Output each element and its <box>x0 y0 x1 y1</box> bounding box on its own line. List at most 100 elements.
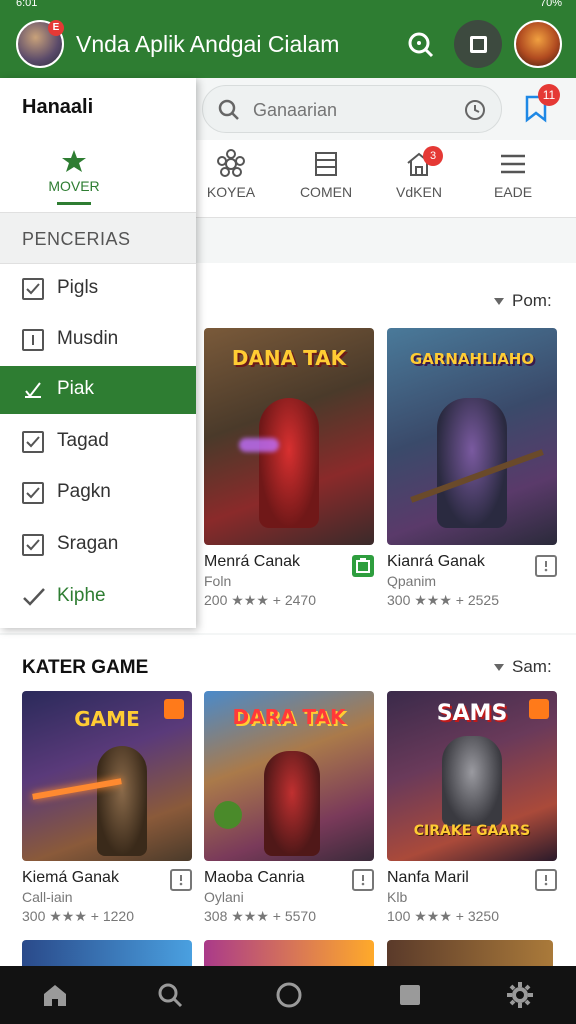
search-bar[interactable] <box>202 85 502 133</box>
tab-label: EADE <box>493 184 533 200</box>
square-icon <box>470 36 487 53</box>
category-drawer: Hanaali MOVER PENCERIAS Pigls Musdin Pia… <box>0 78 196 628</box>
checkbox-checked-icon <box>22 278 44 300</box>
tab-comen[interactable]: COMEN <box>281 148 371 200</box>
game-thumbnail: GARNAHLIAHO <box>387 328 557 545</box>
drawer-item-label: Musdin <box>57 328 119 349</box>
list-box-icon <box>315 152 337 176</box>
search-icon[interactable] <box>404 28 438 62</box>
game-subtitle: Oylani <box>204 889 244 905</box>
sort-label: Pom: <box>512 291 552 310</box>
recents-square-icon[interactable] <box>395 980 425 1010</box>
tab-vdken[interactable]: 3 VdKEN <box>374 146 464 200</box>
search-input[interactable] <box>253 96 453 124</box>
category-header-label: PENCERIAS <box>22 229 131 249</box>
tab-label: VdKEN <box>396 184 442 200</box>
star-icon <box>62 150 86 172</box>
history-icon[interactable] <box>463 98 487 122</box>
avatar-badge: E <box>48 20 64 36</box>
game-thumbnail: DANA TAK <box>204 328 374 545</box>
game-thumbnail-partial[interactable] <box>204 940 374 966</box>
game-name: Menrá Canak <box>204 553 301 570</box>
checkbox-checked-icon <box>22 534 44 556</box>
game-art-title: SAMS <box>436 701 508 726</box>
check-icon <box>23 588 45 606</box>
chevron-down-icon <box>494 664 504 672</box>
game-meta: 300 ★★★ + 2525 <box>387 592 499 608</box>
game-art-title: DARA TAK <box>232 705 346 729</box>
game-subtitle: Call-iain <box>22 889 73 905</box>
game-art-title: GAME <box>74 707 140 731</box>
game-thumbnail: DARA TAK <box>204 691 374 861</box>
drawer-item-pagkn[interactable]: Pagkn <box>0 469 196 517</box>
stop-button[interactable] <box>454 20 502 68</box>
settings-gear-icon[interactable] <box>505 980 535 1010</box>
tab-label: COMEN <box>299 184 353 200</box>
drawer-title: Hanaali <box>22 96 94 118</box>
game-thumbnail-partial[interactable] <box>387 940 553 966</box>
game-art-subtitle: CIRAKE GAARS <box>413 823 531 839</box>
game-card[interactable]: DANA TAK Menrá Canak Foln 200 ★★★ + 2470 <box>204 328 374 609</box>
game-card[interactable]: SAMS CIRAKE GAARS Nanfa Maril Klb 100 ★★… <box>387 691 557 925</box>
game-thumbnail: GAME <box>22 691 192 861</box>
tab-eade[interactable]: EADE <box>468 148 558 200</box>
game-subtitle: Foln <box>204 573 232 589</box>
tab-koyea[interactable]: KOYEA <box>186 148 276 200</box>
drawer-item-musdin[interactable]: Musdin <box>0 316 196 364</box>
drawer-item-label: Pagkn <box>57 481 111 502</box>
drawer-tab-label: MOVER <box>48 178 100 194</box>
drawer-item-tagad[interactable]: Tagad <box>0 418 196 466</box>
notification-badge: 11 <box>538 84 560 106</box>
sort-dropdown[interactable]: Pom: <box>494 291 552 311</box>
info-icon[interactable] <box>535 869 557 891</box>
game-thumbnail-partial[interactable] <box>22 940 192 966</box>
drawer-item-label: Sragan <box>57 533 119 554</box>
game-subtitle: Qpanim <box>387 573 437 589</box>
gear-flower-icon <box>217 149 245 177</box>
status-bar: 6:01 70% <box>0 0 576 14</box>
game-card[interactable]: GAME Kiemá Ganak Call-iain 300 ★★★ + 122… <box>22 691 192 925</box>
drawer-item-label: Kiphe <box>57 585 106 606</box>
info-icon[interactable] <box>535 555 557 577</box>
app-title: Vnda Aplik Andgai Cialam <box>76 31 340 57</box>
sort-dropdown[interactable]: Sam: <box>494 657 552 677</box>
drawer-item-label: Tagad <box>57 430 109 451</box>
game-name: Kianrá Ganak <box>387 553 485 570</box>
drawer-item-kiphe[interactable]: Kiphe <box>0 573 196 621</box>
home-icon[interactable] <box>40 980 70 1010</box>
app-bar: E Vnda Aplik Andgai Cialam <box>0 14 576 78</box>
category-header: PENCERIAS <box>0 212 196 264</box>
search-icon <box>218 99 239 120</box>
game-art-title: GARNAHLIAHO <box>409 350 535 368</box>
download-icon[interactable] <box>352 555 374 577</box>
game-meta: 200 ★★★ + 2470 <box>204 592 316 608</box>
drawer-tab-mover[interactable]: MOVER <box>0 138 148 205</box>
later-games-section: KATER GAME Sam: GAME Kiemá Ganak Call-ia… <box>0 635 576 966</box>
game-meta: 308 ★★★ + 5570 <box>204 908 316 924</box>
edit-check-icon <box>25 382 41 398</box>
home-circle-icon[interactable] <box>274 980 304 1010</box>
game-meta: 100 ★★★ + 3250 <box>387 908 499 924</box>
drawer-item-piak[interactable]: Piak <box>0 366 196 414</box>
sort-label: Sam: <box>512 657 552 676</box>
game-thumbnail: SAMS CIRAKE GAARS <box>387 691 557 861</box>
drawer-item-label: Pigls <box>57 277 99 298</box>
drawer-item-sragan[interactable]: Sragan <box>0 521 196 569</box>
game-card[interactable]: DARA TAK Maoba Canria Oylani 308 ★★★ + 5… <box>204 691 374 925</box>
chevron-down-icon <box>494 298 504 306</box>
info-icon[interactable] <box>352 869 374 891</box>
profile-avatar[interactable] <box>514 20 562 68</box>
info-icon[interactable] <box>170 869 192 891</box>
bookmark-button[interactable]: 11 <box>520 84 560 124</box>
category-tabs: KOYEA COMEN 3 VdKEN EADE <box>196 140 576 218</box>
drawer-item-pigls[interactable]: Pigls <box>0 265 196 313</box>
game-name: Nanfa Maril <box>387 869 469 886</box>
game-art-title: DANA TAK <box>231 346 347 370</box>
game-card[interactable]: GARNAHLIAHO Kianrá Ganak Qpanim 300 ★★★ … <box>387 328 557 609</box>
info-box-icon <box>22 329 44 351</box>
app-avatar[interactable]: E <box>16 20 64 68</box>
search-icon[interactable] <box>155 980 185 1010</box>
active-tab-indicator <box>57 202 91 205</box>
game-name: Kiemá Ganak <box>22 869 119 886</box>
checkbox-checked-icon <box>22 482 44 504</box>
